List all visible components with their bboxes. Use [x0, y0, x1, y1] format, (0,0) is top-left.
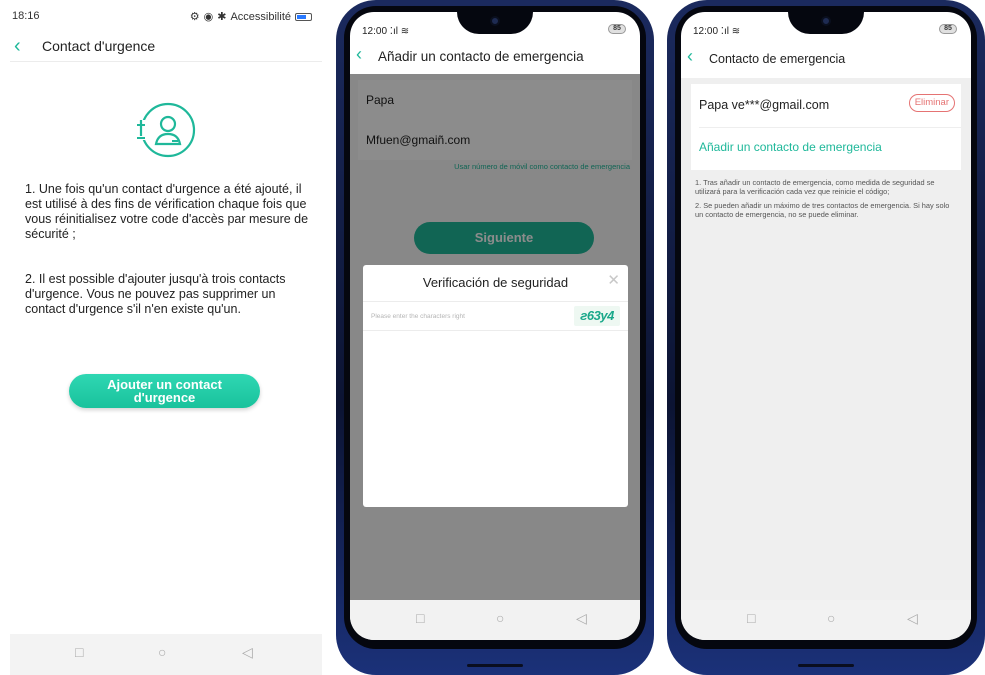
captcha-image[interactable]: ƨ63y4: [574, 306, 620, 326]
info-notes: 1. Tras añadir un contacto de emergencia…: [695, 178, 957, 224]
contact-entry: Papa ve***@gmail.com: [699, 98, 830, 112]
dialog-title: Verificación de seguridad: [422, 275, 569, 290]
screen-add-contact: 12:00 ⁚ıl ≋ 85 ‹ Añadir un contacto de e…: [350, 12, 640, 640]
status-time: 18:16: [12, 10, 40, 22]
battery-icon: [295, 12, 312, 21]
close-icon[interactable]: ✕: [607, 271, 620, 289]
page-title: Contacto de emergencia: [709, 52, 846, 66]
page-header: ‹ Contacto de emergencia: [681, 42, 971, 78]
captcha-input[interactable]: Please enter the characters right ƨ63y4: [363, 301, 628, 331]
status-icons: ⚙ ◉ ✱ Accessibilité: [190, 10, 312, 23]
contact-list-area: Papa ve***@gmail.com Eliminar Añadir un …: [681, 78, 971, 600]
delete-button[interactable]: Eliminar: [908, 94, 955, 112]
recents-icon[interactable]: □: [75, 644, 83, 660]
recents-icon[interactable]: □: [747, 610, 755, 626]
camera-icon: [490, 16, 500, 26]
home-icon[interactable]: ○: [827, 610, 835, 626]
bluetooth-icon: ✱: [217, 11, 227, 23]
captcha-placeholder: Please enter the characters right: [371, 313, 465, 320]
battery-icon: 85: [939, 24, 957, 34]
screen-contact-urgence: 18:16 ⚙ ◉ ✱ Accessibilité ‹ Contact d'ur…: [10, 0, 322, 675]
add-contact-link[interactable]: Añadir un contacto de emergencia: [699, 140, 882, 154]
screen-emergency-contact: 12:00 ⁚ıl ≋ 85 ‹ Contacto de emergencia …: [681, 12, 971, 640]
page-title: Añadir un contacto de emergencia: [378, 49, 584, 64]
security-dialog: Verificación de seguridad ✕ Please enter…: [363, 265, 628, 507]
info-paragraph-1: 1. Une fois qu'un contact d'urgence a ét…: [25, 182, 309, 241]
back-arrow-icon[interactable]: ‹: [687, 46, 693, 67]
home-icon[interactable]: ○: [158, 644, 166, 660]
battery-icon: 85: [608, 24, 626, 34]
contact-card: Papa ve***@gmail.com Eliminar Añadir un …: [691, 84, 961, 170]
add-contact-button-label: Ajouter un contact d'urgence: [107, 377, 222, 405]
status-time: 12:00 ⁚ıl ≋: [362, 26, 410, 37]
divider: [699, 127, 961, 128]
emergency-contact-icon: [136, 102, 196, 158]
page-header: ‹ Contact d'urgence: [10, 34, 322, 62]
camera-icon: [821, 16, 831, 26]
page-title: Contact d'urgence: [42, 38, 156, 54]
accessibility-label: Accessibilité: [230, 10, 291, 23]
status-bar: 18:16 ⚙ ◉ ✱ Accessibilité: [10, 0, 322, 30]
page-header: ‹ Añadir un contacto de emergencia: [350, 42, 640, 74]
back-arrow-icon[interactable]: ‹: [356, 44, 362, 65]
home-icon[interactable]: ○: [496, 610, 504, 626]
note-1: 1. Tras añadir un contacto de emergencia…: [695, 178, 935, 196]
back-arrow-icon[interactable]: ‹: [14, 34, 21, 58]
info-paragraph-2: 2. Il est possible d'ajouter jusqu'à tro…: [25, 272, 286, 316]
nfc-icon: ⚙: [189, 11, 200, 23]
phone-emergency-contact: 12:00 ⁚ıl ≋ 85 ‹ Contacto de emergencia …: [667, 0, 985, 675]
system-nav-bar: □ ○ ◁: [10, 634, 322, 675]
location-icon: ◉: [203, 11, 214, 23]
system-nav-bar: □ ○ ◁: [350, 600, 640, 640]
add-contact-button[interactable]: Ajouter un contact d'urgence: [69, 374, 260, 408]
back-nav-icon[interactable]: ◁: [907, 610, 918, 627]
system-nav-bar: □ ○ ◁: [681, 600, 971, 640]
recents-icon[interactable]: □: [416, 610, 424, 626]
note-2: 2. Se pueden añadir un máximo de tres co…: [695, 201, 950, 219]
status-time: 12:00 ⁚ıl ≋: [693, 26, 741, 37]
back-nav-icon[interactable]: ◁: [576, 610, 587, 627]
phone-add-contact: 12:00 ⁚ıl ≋ 85 ‹ Añadir un contacto de e…: [336, 0, 654, 675]
back-nav-icon[interactable]: ◁: [242, 644, 253, 661]
